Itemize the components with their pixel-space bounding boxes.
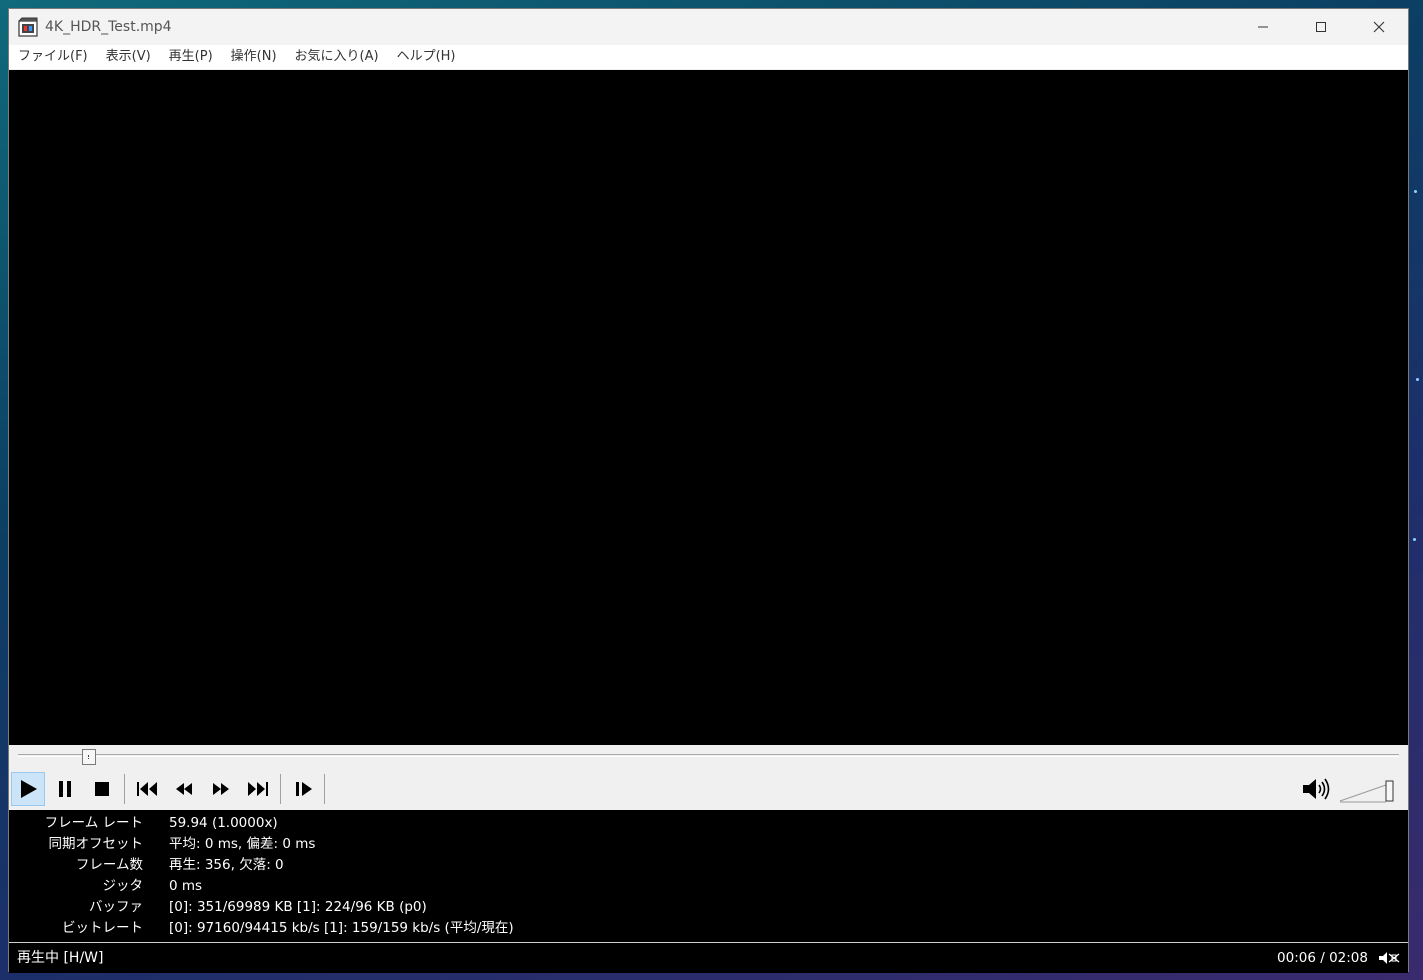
- video-area[interactable]: [9, 70, 1408, 745]
- speaker-icon: [1303, 778, 1330, 800]
- close-button[interactable]: [1350, 9, 1408, 45]
- seek-track[interactable]: [18, 754, 1399, 757]
- toolbar-separator: [324, 774, 325, 804]
- menu-favorites[interactable]: お気に入り(A): [286, 45, 388, 69]
- stat-value: 0 ms: [169, 878, 203, 894]
- stat-label: バッファ: [89, 899, 143, 915]
- mute-button[interactable]: [1299, 772, 1333, 806]
- seek-thumb[interactable]: [82, 749, 97, 765]
- seek-bar[interactable]: [9, 745, 1408, 769]
- fast-forward-button[interactable]: [204, 772, 238, 806]
- stat-label: ジッタ: [102, 878, 144, 894]
- stat-row-frame-rate: フレーム レート 59.94 (1.0000x): [9, 813, 1408, 834]
- toolbar-separator: [280, 774, 281, 804]
- stat-value: 再生: 356, 欠落: 0: [169, 857, 284, 873]
- menu-file[interactable]: ファイル(F): [9, 45, 97, 69]
- status-bar: 再生中 [H/W] 00:06 / 02:08: [9, 942, 1408, 973]
- toolbar-separator: [124, 774, 125, 804]
- frame-step-button[interactable]: [287, 772, 321, 806]
- volume-thumb[interactable]: [1385, 780, 1394, 802]
- window-title: 4K_HDR_Test.mp4: [45, 19, 172, 35]
- menu-view[interactable]: 表示(V): [97, 45, 160, 69]
- desktop-star: [1413, 538, 1416, 541]
- stat-row-jitter: ジッタ 0 ms: [9, 876, 1408, 897]
- pause-button[interactable]: [48, 772, 82, 806]
- stat-row-sync-offset: 同期オフセット 平均: 0 ms, 偏差: 0 ms: [9, 834, 1408, 855]
- stat-label: ビットレート: [62, 920, 143, 936]
- next-button[interactable]: [241, 772, 275, 806]
- time-display[interactable]: 00:06 / 02:08: [1277, 943, 1368, 973]
- minimize-button[interactable]: [1234, 9, 1292, 45]
- playback-state: 再生中 [H/W]: [17, 950, 104, 966]
- pause-icon: [59, 781, 71, 797]
- stat-row-buffer: バッファ [0]: 351/69989 KB [1]: 224/96 KB (p…: [9, 897, 1408, 918]
- desktop-star: [1414, 190, 1417, 193]
- volume-slider[interactable]: [1338, 775, 1398, 805]
- stat-value: [0]: 97160/94415 kb/s [1]: 159/159 kb/s …: [169, 920, 514, 936]
- player-window: 4K_HDR_Test.mp4 ファイル(F) 表示(V) 再生(P) 操作(N…: [8, 8, 1409, 973]
- rewind-icon: [176, 783, 192, 795]
- previous-button[interactable]: [130, 772, 164, 806]
- stat-label: フレーム レート: [44, 815, 143, 831]
- statistics-panel: フレーム レート 59.94 (1.0000x) 同期オフセット 平均: 0 m…: [9, 810, 1408, 942]
- stat-label: 同期オフセット: [48, 836, 144, 852]
- close-icon: [1373, 21, 1385, 33]
- stat-row-bitrate: ビットレート [0]: 97160/94415 kb/s [1]: 159/15…: [9, 918, 1408, 939]
- stat-label: フレーム数: [75, 857, 143, 873]
- play-icon: [21, 780, 37, 798]
- frame-step-icon: [296, 782, 312, 796]
- play-button[interactable]: [11, 772, 45, 806]
- control-toolbar: [9, 769, 1408, 810]
- menu-help[interactable]: ヘルプ(H): [388, 45, 465, 69]
- rewind-button[interactable]: [167, 772, 201, 806]
- maximize-button[interactable]: [1292, 9, 1350, 45]
- stat-row-frames: フレーム数 再生: 356, 欠落: 0: [9, 855, 1408, 876]
- stop-button[interactable]: [85, 772, 119, 806]
- menu-play[interactable]: 再生(P): [160, 45, 222, 69]
- audio-channels-icon: [1379, 952, 1400, 964]
- window-controls: [1234, 9, 1408, 45]
- stop-icon: [95, 782, 109, 796]
- menu-bar: ファイル(F) 表示(V) 再生(P) 操作(N) お気に入り(A) ヘルプ(H…: [9, 45, 1408, 69]
- desktop-star: [1416, 378, 1419, 381]
- skip-back-icon: [137, 782, 157, 796]
- stat-value: [0]: 351/69989 KB [1]: 224/96 KB (p0): [169, 899, 427, 915]
- skip-forward-icon: [248, 782, 268, 796]
- minimize-icon: [1258, 26, 1268, 28]
- stat-value: 平均: 0 ms, 偏差: 0 ms: [169, 836, 316, 852]
- maximize-icon: [1316, 22, 1326, 32]
- menu-navigate[interactable]: 操作(N): [222, 45, 286, 69]
- fast-forward-icon: [213, 783, 229, 795]
- mpc-hc-app-icon: [18, 17, 38, 37]
- title-bar[interactable]: 4K_HDR_Test.mp4: [9, 9, 1408, 45]
- stat-value: 59.94 (1.0000x): [169, 815, 278, 831]
